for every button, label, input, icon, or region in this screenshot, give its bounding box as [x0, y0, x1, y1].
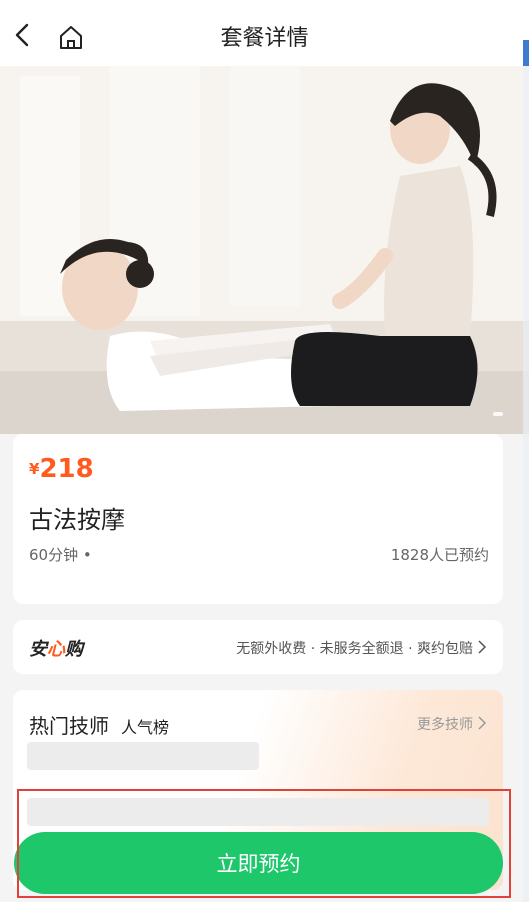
more-technicians-link[interactable]: 更多技师 [417, 714, 473, 734]
massage-illustration [0, 66, 529, 434]
chevron-right-icon [478, 640, 487, 654]
loading-placeholder [27, 742, 259, 770]
price: ¥218 [29, 454, 94, 484]
side-scroll-strip [523, 66, 529, 902]
page-title: 套餐详情 [220, 26, 309, 51]
booked-count: 1828人已预约 [390, 546, 489, 564]
carousel-indicator [493, 412, 503, 416]
guarantee-banner[interactable]: 安心购 无额外收费 · 未服务全额退 · 爽约包赔 [13, 620, 503, 674]
chevron-right-icon [478, 716, 487, 730]
package-duration: 60分钟 • [29, 546, 92, 564]
top-nav-bar: 套餐详情 [0, 0, 529, 66]
package-info-card: ¥218 古法按摩 60分钟 • 1828人已预约 [13, 434, 503, 604]
package-name: 古法按摩 [29, 506, 125, 534]
guarantee-text: 无额外收费 · 未服务全额退 · 爽约包赔 [236, 641, 473, 657]
currency-symbol: ¥ [29, 460, 40, 478]
hero-image[interactable] [0, 66, 529, 434]
book-now-button[interactable]: 立即预约 [14, 832, 503, 894]
section-title: 热门技师 [29, 714, 109, 738]
section-subtitle: 人气榜 [121, 718, 170, 737]
anxin-logo: 安心购 [29, 639, 83, 660]
loading-placeholder [27, 798, 489, 826]
price-value: 218 [39, 454, 94, 484]
